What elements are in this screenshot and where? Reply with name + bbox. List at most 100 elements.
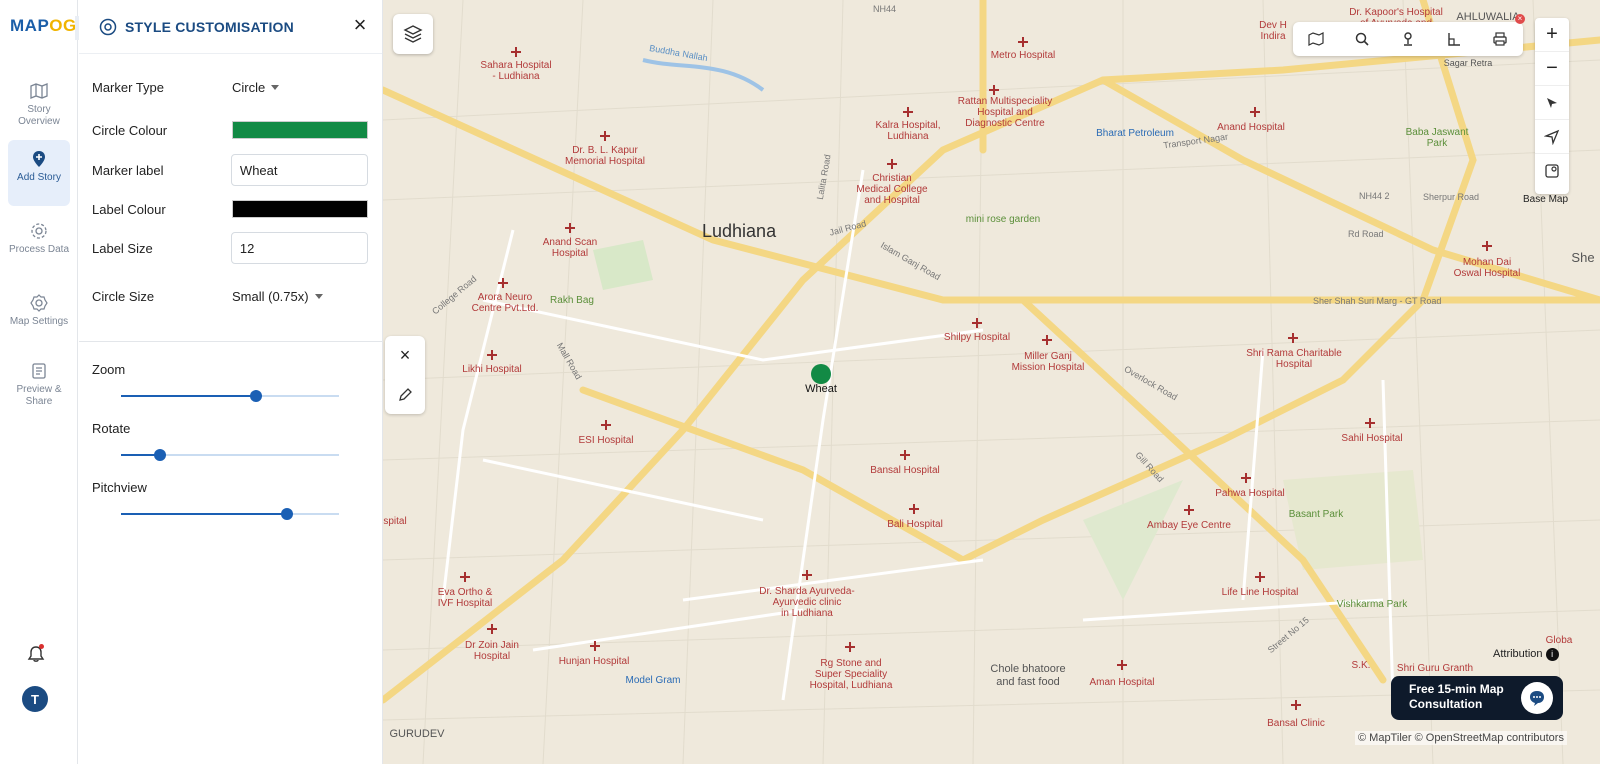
hospital-marker — [486, 349, 498, 361]
poi-label: mini rose garden — [965, 214, 1041, 225]
poi-label: Arora Neuro Centre Pvt.Ltd. — [471, 292, 539, 314]
story-marker[interactable] — [811, 364, 831, 384]
hospital-marker — [801, 569, 813, 581]
marker-type-row: Marker Type Circle — [92, 70, 368, 104]
poi-label: Dev H Indira — [1259, 20, 1287, 42]
poi-label: Mohan Dai Oswal Hospital — [1453, 257, 1521, 279]
location-pin-icon[interactable] — [1396, 27, 1420, 51]
slider-knob[interactable] — [280, 508, 293, 520]
poi-label: Sagar Retra — [1443, 58, 1493, 68]
marker-label-label: Marker label — [92, 162, 164, 178]
poi-label: Ambay Eye Centre — [1147, 520, 1231, 531]
zoom-controls: + − — [1535, 18, 1569, 194]
avatar[interactable]: T — [22, 686, 48, 712]
zoom-out-button[interactable]: − — [1535, 52, 1569, 86]
hospital-marker — [1017, 36, 1029, 48]
poi-label: Kalra Hospital, Ludhiana — [875, 120, 941, 142]
story-marker-label: Wheat — [805, 383, 837, 395]
poi-label: Life Line Hospital — [1221, 587, 1299, 598]
zoom-slider[interactable] — [121, 390, 339, 402]
poi-label: GURUDEV — [389, 728, 445, 740]
hospital-marker — [1254, 571, 1266, 583]
poi-label: She — [1571, 250, 1595, 265]
rail-add-story[interactable]: Add Story — [8, 140, 70, 206]
hospital-marker — [589, 640, 601, 652]
basemap-icon[interactable] — [1535, 154, 1569, 188]
rotate-slider[interactable] — [121, 449, 339, 461]
slider-knob[interactable] — [154, 449, 167, 461]
bell-icon[interactable] — [26, 644, 46, 664]
rail-process-data[interactable]: Process Data — [8, 212, 70, 278]
hospital-marker — [1183, 504, 1195, 516]
base-map-label: Base Map — [1523, 194, 1569, 205]
print-icon[interactable] — [1488, 27, 1512, 51]
measure-icon[interactable] — [1442, 27, 1466, 51]
hospital-marker — [497, 277, 509, 289]
rotate-label: Rotate — [92, 421, 131, 436]
circle-size-row: Circle Size Small (0.75x) — [92, 279, 368, 313]
layers-button[interactable] — [393, 14, 433, 54]
poi-label: Metro Hospital — [990, 50, 1056, 61]
poi-label: Chole bhatoore and fast food — [990, 663, 1066, 688]
close-icon[interactable]: × — [350, 14, 370, 36]
map-toolbar — [1293, 22, 1523, 56]
label-size-input[interactable]: 12 — [230, 232, 368, 264]
navigate-icon[interactable] — [1535, 120, 1569, 154]
circle-size-select[interactable]: Small (0.75x) — [232, 289, 323, 304]
marker-label-input[interactable]: Wheat — [230, 154, 368, 186]
app-root: MAPOG Story Overview Add Story Process D… — [0, 0, 1600, 764]
rail-label: Process Data — [8, 244, 70, 255]
app-logo[interactable]: MAPOG — [10, 16, 77, 36]
poi-label: Shilpy Hospital — [943, 332, 1011, 343]
marker-type-select[interactable]: Circle — [232, 80, 280, 95]
poi-label: Shri Guru Granth — [1396, 663, 1474, 674]
notification-dot — [39, 644, 44, 649]
consultation-button[interactable]: Free 15-min Map Consultation — [1391, 676, 1563, 720]
map-copyright: © MapTiler © OpenStreetMap contributors — [1355, 731, 1567, 745]
poi-label: Dr. Sharda Ayurveda- Ayurvedic clinic in L… — [759, 586, 855, 619]
map-canvas[interactable]: Ludhiana Sahara Hospital - Ludhiana Dr. B… — [383, 0, 1600, 764]
palette-icon — [99, 18, 117, 35]
circle-colour-swatch[interactable] — [232, 121, 368, 139]
poi-label: Bharat Petroleum — [1096, 128, 1174, 139]
hospital-marker — [988, 84, 1000, 96]
zoom-in-button[interactable]: + — [1535, 18, 1569, 52]
poi-label: Anand Scan Hospital — [542, 237, 598, 259]
poi-label: Dr Zoin Jain Hospital — [465, 640, 519, 662]
poi-label: ESI Hospital — [578, 435, 634, 446]
map-view-icon[interactable] — [1304, 27, 1328, 51]
label-colour-row: Label Colour — [92, 192, 368, 226]
slider-knob[interactable] — [250, 390, 263, 402]
hospital-marker — [899, 449, 911, 461]
style-panel: STYLE CUSTOMISATION × Marker Type Circle… — [79, 0, 383, 764]
hospital-marker — [1041, 334, 1053, 346]
pencil-icon[interactable] — [385, 375, 425, 414]
add-pin-icon — [33, 151, 45, 167]
settings-icon — [30, 294, 48, 312]
hospital-marker — [1249, 106, 1261, 118]
hospital-marker — [1116, 659, 1128, 671]
compass-icon[interactable] — [1535, 86, 1569, 120]
poi-label: Pahwa Hospital — [1215, 488, 1285, 499]
pitchview-slider[interactable] — [121, 508, 339, 520]
poi-label: Vishkarma Park — [1336, 599, 1408, 610]
chat-icon[interactable] — [1521, 682, 1553, 714]
panel-header: STYLE CUSTOMISATION — [79, 0, 382, 54]
preview-icon — [32, 363, 46, 379]
search-icon[interactable] — [1350, 27, 1374, 51]
close-badge-icon[interactable]: × — [1515, 14, 1525, 24]
rail-preview-share[interactable]: Preview & Share — [8, 352, 70, 418]
close-icon[interactable]: × — [385, 336, 425, 375]
poi-label: Sahara Hospital - Ludhiana — [480, 60, 552, 82]
poi-label: S.K. — [1351, 660, 1371, 671]
attribution-link[interactable]: Attribution i — [1493, 648, 1559, 661]
rail-map-settings[interactable]: Map Settings — [8, 284, 70, 350]
poi-label: Baba Jaswant Park — [1405, 127, 1469, 149]
gear-icon — [31, 223, 47, 239]
hospital-marker — [459, 571, 471, 583]
poi-label: Rakh Bag — [550, 295, 594, 306]
poi-label: Rg Stone and Super Speciality Hospital, Lu… — [809, 658, 893, 691]
hospital-marker — [1287, 332, 1299, 344]
rail-story-overview[interactable]: Story Overview — [8, 72, 70, 138]
label-colour-swatch[interactable] — [232, 200, 368, 218]
